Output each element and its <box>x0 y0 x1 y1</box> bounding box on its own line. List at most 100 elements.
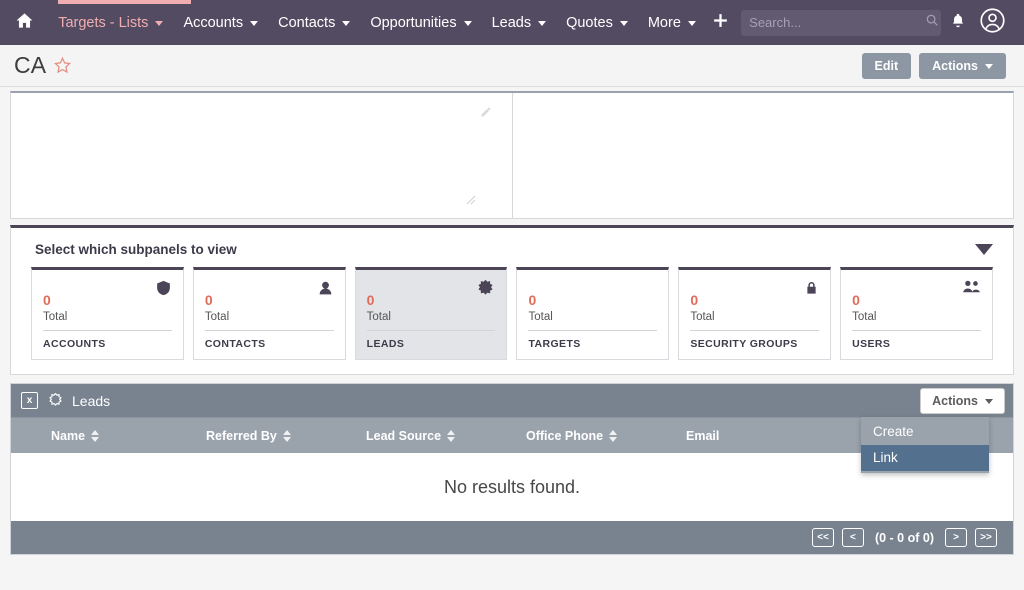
search-icon <box>925 13 939 32</box>
user-avatar-button[interactable] <box>976 0 1010 45</box>
sunburst-icon <box>476 279 495 298</box>
record-actions-label: Actions <box>932 59 978 73</box>
top-navbar: Targets - Lists Accounts Contacts Opport… <box>0 0 1024 45</box>
dropdown-item-link[interactable]: Link <box>861 445 989 471</box>
search-input[interactable] <box>749 15 925 30</box>
chevron-down-icon <box>155 21 163 26</box>
sunburst-icon <box>47 392 64 409</box>
sort-arrows-icon <box>447 430 455 442</box>
pagination-prev-button[interactable]: < <box>842 528 864 547</box>
chevron-down-icon <box>620 21 628 26</box>
subpanel-selector-header: Select which subpanels to view <box>11 228 1013 267</box>
card-count: 0 <box>43 292 172 308</box>
subpanel-card-targets[interactable]: 0 Total TARGETS <box>516 267 669 360</box>
subpanel-card-contacts[interactable]: 0 Total CONTACTS <box>193 267 346 360</box>
lock-icon <box>804 279 819 297</box>
column-header-lead-source[interactable]: Lead Source <box>366 429 526 443</box>
subpanel-card-users[interactable]: 0 Total USERS <box>840 267 993 360</box>
chevron-down-icon <box>342 21 350 26</box>
nav-label: Quotes <box>566 15 613 31</box>
card-total-label: Total <box>367 311 496 331</box>
detail-column-right <box>513 93 1014 218</box>
column-header-name[interactable]: Name <box>11 429 206 443</box>
nav-label: Accounts <box>183 15 243 31</box>
active-tab-indicator <box>58 0 191 4</box>
pagination-first-button[interactable]: << <box>812 528 834 547</box>
record-actions-button[interactable]: Actions <box>919 53 1006 79</box>
nav-item-more[interactable]: More <box>638 0 706 45</box>
record-header-bar: CA Edit Actions <box>0 45 1024 87</box>
column-header-office-phone[interactable]: Office Phone <box>526 429 686 443</box>
nav-item-leads[interactable]: Leads <box>482 0 557 45</box>
nav-label: Targets - Lists <box>58 15 148 31</box>
card-count: 0 <box>528 292 657 308</box>
chevron-down-icon <box>250 21 258 26</box>
column-header-email[interactable]: Email <box>686 429 846 443</box>
subpanel-actions-label: Actions <box>932 394 978 408</box>
leads-subpanel-header: x Leads Actions <box>11 384 1013 417</box>
subpanel-card-list: 0 Total ACCOUNTS 0 Total CONTACTS <box>11 267 1013 360</box>
pagination-last-button[interactable]: >> <box>975 528 997 547</box>
column-header-referred-by[interactable]: Referred By <box>206 429 366 443</box>
inline-edit-pencil-icon[interactable] <box>480 105 492 123</box>
page-title: CA <box>14 52 46 79</box>
column-label: Referred By <box>206 429 277 443</box>
add-button[interactable] <box>706 0 735 45</box>
shield-icon <box>155 279 172 297</box>
home-button[interactable] <box>0 0 48 45</box>
people-icon <box>962 279 981 295</box>
nav-item-targets-lists[interactable]: Targets - Lists <box>48 0 173 45</box>
bell-icon <box>950 12 966 34</box>
dropdown-item-create[interactable]: Create <box>861 419 989 445</box>
leads-pagination-bar: << < (0 - 0 of 0) > >> <box>11 521 1013 554</box>
card-module-label: CONTACTS <box>205 338 334 350</box>
edit-button[interactable]: Edit <box>862 53 912 79</box>
chevron-down-icon <box>985 64 993 69</box>
card-total-label: Total <box>43 311 172 331</box>
leads-subpanel-title: Leads <box>72 393 110 409</box>
subpanel-card-leads[interactable]: 0 Total LEADS <box>355 267 508 360</box>
nav-item-contacts[interactable]: Contacts <box>268 0 360 45</box>
nav-item-accounts[interactable]: Accounts <box>173 0 268 45</box>
main-content: Select which subpanels to view 0 Total A… <box>0 91 1024 555</box>
nav-label: More <box>648 15 681 31</box>
pagination-next-button[interactable]: > <box>945 528 967 547</box>
card-module-label: SECURITY GROUPS <box>690 338 819 350</box>
chevron-down-icon <box>464 21 472 26</box>
avatar <box>979 7 1006 39</box>
close-icon[interactable]: x <box>21 392 38 409</box>
nav-item-quotes[interactable]: Quotes <box>556 0 638 45</box>
column-label: Name <box>51 429 85 443</box>
chevron-down-icon <box>688 21 696 26</box>
collapse-chevron-down-icon[interactable] <box>975 244 993 255</box>
nav-label: Opportunities <box>370 15 456 31</box>
sort-arrows-icon <box>91 430 99 442</box>
card-total-label: Total <box>205 311 334 331</box>
detail-column-left <box>11 93 513 218</box>
card-module-label: USERS <box>852 338 981 350</box>
record-detail-panel <box>10 91 1014 219</box>
card-total-label: Total <box>852 311 981 331</box>
chevron-down-icon <box>538 21 546 26</box>
empty-state-message: No results found. <box>444 477 580 498</box>
subpanel-actions-button[interactable]: Actions <box>920 388 1005 414</box>
nav-item-opportunities[interactable]: Opportunities <box>360 0 481 45</box>
column-label: Email <box>686 429 719 443</box>
card-count: 0 <box>690 292 819 308</box>
column-label: Lead Source <box>366 429 441 443</box>
chevron-down-icon <box>985 399 993 404</box>
card-module-label: LEADS <box>367 338 496 350</box>
card-total-label: Total <box>690 311 819 331</box>
sort-arrows-icon <box>283 430 291 442</box>
card-total-label: Total <box>528 311 657 331</box>
card-module-label: TARGETS <box>528 338 657 350</box>
resize-handle[interactable] <box>466 192 476 210</box>
column-label: Office Phone <box>526 429 603 443</box>
favorite-star-icon[interactable] <box>53 56 72 75</box>
search-box[interactable] <box>741 10 941 36</box>
home-icon <box>15 11 34 35</box>
subpanel-card-accounts[interactable]: 0 Total ACCOUNTS <box>31 267 184 360</box>
notifications-button[interactable] <box>941 0 975 45</box>
subpanel-card-security-groups[interactable]: 0 Total SECURITY GROUPS <box>678 267 831 360</box>
leads-subpanel: x Leads Actions Create Link Name <box>10 383 1014 555</box>
